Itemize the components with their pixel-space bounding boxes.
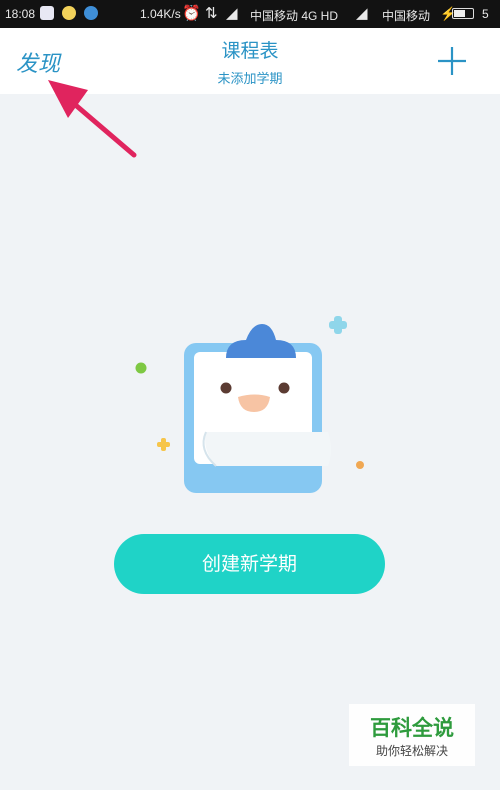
carrier-1: 中国移动 4G HD — [250, 9, 339, 23]
notification-bird-icon — [84, 6, 98, 20]
status-bar: 18:08 1.04K/s ⏰ ⇅ ◢ 中国移动 4G HD ◢ 中国移动 ⚡ … — [0, 0, 500, 28]
carrier-2: 中国移动 — [382, 9, 431, 23]
notification-app-icon — [40, 6, 54, 20]
green-dot-icon — [135, 362, 147, 374]
create-semester-button[interactable]: 创建新学期 — [114, 534, 385, 594]
alarm-icon: ⏰ — [182, 5, 201, 22]
page-title: 课程表 — [221, 40, 279, 62]
signal-icon: ◢ — [226, 5, 238, 22]
blue-sparkle-icon — [329, 316, 347, 334]
yellow-sparkle-icon — [157, 438, 170, 451]
baike-watermark: 百科全说 助你轻松解决 — [349, 704, 475, 766]
battery-number: 5 — [482, 7, 489, 21]
notification-bulb-icon — [62, 6, 76, 20]
data-transfer-icon: ⇅ — [205, 5, 218, 22]
signal-icon-2: ◢ — [356, 5, 368, 22]
watermark-title: 百科全说 — [370, 716, 454, 740]
watermark-slogan: 助你轻松解决 — [375, 744, 448, 758]
annotation-arrow-icon — [48, 80, 137, 158]
battery-icon — [452, 8, 474, 19]
battery-level — [454, 10, 465, 17]
clipboard-mascot-illustration — [135, 316, 364, 493]
orange-dot-icon — [356, 461, 364, 469]
status-time: 18:08 — [5, 7, 36, 21]
plus-icon[interactable] — [436, 45, 468, 77]
network-speed: 1.04K/s — [140, 7, 181, 21]
